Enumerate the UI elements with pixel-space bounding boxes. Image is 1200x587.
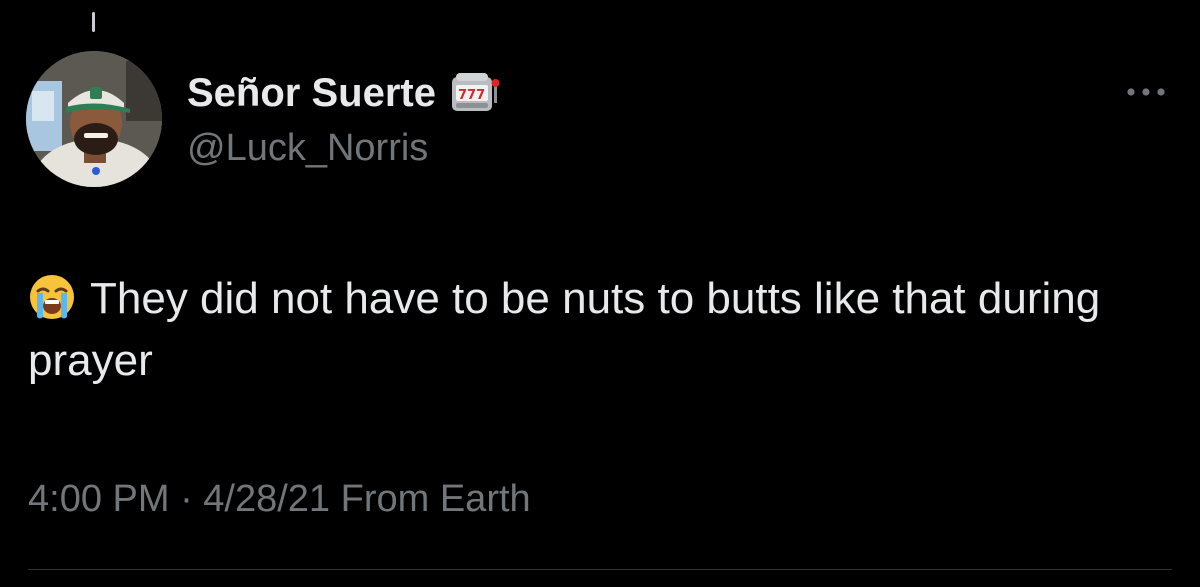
tweet-timestamp[interactable]: 4:00 PM · 4/28/21 From Earth — [28, 478, 531, 521]
more-options-icon — [1127, 88, 1165, 96]
more-options-button[interactable] — [1118, 74, 1174, 110]
author-display-name[interactable]: Señor Suerte — [187, 71, 436, 116]
thread-connector-line — [92, 12, 95, 32]
loudly-crying-face-icon — [28, 273, 76, 321]
author-handle[interactable]: @Luck_Norris — [187, 127, 428, 170]
svg-text:777: 777 — [458, 88, 485, 103]
divider — [28, 569, 1172, 570]
avatar[interactable] — [26, 51, 162, 187]
slot-machine-icon: 777 — [448, 71, 504, 115]
avatar-photo — [26, 51, 162, 187]
tweet-text: They did not have to be nuts to butts li… — [28, 268, 1178, 392]
author-name-row: Señor Suerte 777 — [187, 66, 504, 120]
tweet-text-content: They did not have to be nuts to butts li… — [28, 274, 1101, 385]
